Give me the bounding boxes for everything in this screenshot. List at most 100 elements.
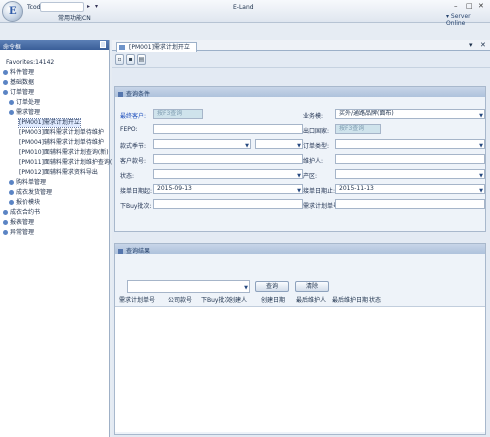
customer-label: 最终客户:: [120, 113, 147, 120]
order-type-label: 订单类型:: [303, 143, 330, 150]
tree-item-pm010-label: [PM010]面辅料需求计划查询(新): [19, 149, 109, 156]
results-filter-select[interactable]: ▼: [127, 280, 250, 293]
date-to-value: 2015-11-13: [339, 185, 374, 192]
col-buy-batch[interactable]: 下Buy批次: [201, 295, 230, 304]
tree-item-exceptions-label: 异常管理: [10, 229, 35, 236]
toolbar: ▫ ▪ ▤: [112, 51, 490, 68]
buy-batch-label: 下Buy批次:: [120, 203, 152, 210]
chevron-down-icon: ▼: [479, 173, 483, 179]
date-from-value: 2015-09-13: [157, 185, 192, 192]
fepo-label: FEPO:: [120, 126, 138, 133]
tab-close-icon[interactable]: ✕: [480, 41, 486, 49]
folder-icon: [9, 180, 14, 185]
tree-item-reports[interactable]: 报表管理: [3, 219, 34, 227]
tree-item-reports-label: 报表管理: [10, 219, 35, 226]
tree-item-orders-label: 订单管理: [10, 89, 35, 96]
col-company-style[interactable]: 公司款号: [168, 295, 192, 304]
col-last-maint-date[interactable]: 最后维护日期: [332, 295, 368, 304]
go-icon[interactable]: ▸: [87, 3, 90, 10]
tab-bar: [PM001]需求计划开立 ▾ ✕: [112, 40, 490, 52]
new-icon[interactable]: ▫: [115, 54, 124, 65]
status-select[interactable]: ▼: [153, 169, 303, 179]
tree-item-pm004[interactable]: [PM004]辅料需求计划单待维护: [19, 139, 104, 147]
factory-label: 产区:: [303, 173, 318, 180]
tree-item-purchase-label: 购料单管理: [16, 179, 47, 186]
tree-item-base-data[interactable]: 基础数据: [3, 79, 34, 87]
query-panel-header: 查询条件: [115, 87, 485, 98]
save-icon[interactable]: ▪: [126, 54, 135, 65]
tcode-input[interactable]: [40, 2, 84, 12]
buy-batch-input[interactable]: [153, 199, 303, 209]
query-panel-title: 查询条件: [126, 91, 151, 98]
cust-style-input[interactable]: [153, 154, 303, 164]
biz-mode-value: 买外/通路品牌(面布): [339, 110, 394, 117]
results-grid[interactable]: [115, 306, 485, 432]
tree-item-exceptions[interactable]: 异常管理: [3, 229, 34, 237]
folder-icon: [9, 200, 14, 205]
ship-country-label: 出口国家:: [303, 128, 330, 135]
tree-item-contract[interactable]: 成衣合约书: [3, 209, 40, 217]
clear-button[interactable]: 清除: [295, 281, 329, 292]
tree-item-base-data-label: 基础数据: [10, 79, 35, 86]
chevron-down-icon: ▼: [297, 143, 301, 149]
ship-country-input[interactable]: 按F3查询: [335, 124, 381, 134]
menu-common-functions[interactable]: 常用功能CN: [58, 13, 91, 22]
tree-item-order-process[interactable]: 订单处理: [9, 99, 40, 107]
season-select-2[interactable]: ▼: [255, 139, 303, 149]
print-icon[interactable]: ▤: [137, 54, 146, 65]
chevron-down-icon: ▼: [479, 188, 483, 194]
biz-mode-select[interactable]: 买外/通路品牌(面布) ▼: [335, 109, 485, 119]
folder-icon: [3, 210, 8, 215]
app-logo[interactable]: E: [2, 1, 23, 22]
col-req-no[interactable]: 需求计划单号: [119, 295, 155, 304]
tree-item-materials[interactable]: 料件管理: [3, 69, 34, 77]
season-select-1[interactable]: ▼: [153, 139, 251, 149]
factory-select[interactable]: ▼: [335, 169, 485, 179]
tree-item-pm011[interactable]: [PM011]面辅料需求计划维护查询(新): [19, 159, 121, 167]
tree-item-contract-label: 成衣合约书: [10, 209, 41, 216]
maintainer-input[interactable]: [335, 154, 485, 164]
date-from-input[interactable]: 2015-09-13 ▼: [153, 184, 303, 194]
tree-item-quote[interactable]: 报价模块: [9, 199, 40, 207]
order-type-select[interactable]: ▼: [335, 139, 485, 149]
biz-mode-label: 业务模:: [303, 113, 324, 120]
chevron-down-icon: ▼: [297, 188, 301, 194]
tree-item-pm003[interactable]: [PM003]面料需求计划单待维护: [19, 129, 104, 137]
maximize-icon[interactable]: □: [466, 2, 473, 10]
dropdown-icon[interactable]: ▾: [95, 3, 98, 10]
col-status[interactable]: 状态: [369, 295, 381, 304]
col-creator[interactable]: 创建人: [229, 295, 247, 304]
status-label: 状态:: [120, 173, 135, 180]
main-area: [PM001]需求计划开立 ▾ ✕ ▫ ▪ ▤ 查询条件 最终客户: 按F3查询…: [112, 40, 490, 437]
minimize-icon[interactable]: –: [454, 2, 458, 10]
tree-favorites[interactable]: Favorites:14142: [6, 59, 54, 67]
date-to-input[interactable]: 2015-11-13 ▼: [335, 184, 485, 194]
tree-item-purchase[interactable]: 购料单管理: [9, 179, 46, 187]
form-icon: [119, 45, 125, 50]
col-last-maintainer[interactable]: 最后维护人: [296, 295, 326, 304]
tree-item-orders[interactable]: 订单管理: [3, 89, 34, 97]
close-icon[interactable]: ✕: [478, 2, 484, 10]
tree-item-pm010[interactable]: [PM010]面辅料需求计划查询(新): [19, 149, 109, 157]
section-icon: [118, 92, 123, 97]
chevron-down-icon: ▼: [479, 143, 483, 149]
tree-item-pm004-label: [PM004]辅料需求计划单待维护: [19, 139, 104, 146]
date-to-label: 接单日期止:: [303, 188, 336, 195]
tree-item-pm012[interactable]: [PM012]面辅料需求资料导出: [19, 169, 98, 177]
customer-input[interactable]: 按F3查询: [153, 109, 203, 119]
tab-pm001-label: [PM001]需求计划开立: [129, 44, 190, 51]
tree-item-demand-label: 需求管理: [16, 109, 41, 116]
fepo-input[interactable]: [153, 124, 303, 134]
tree-item-demand[interactable]: 需求管理: [9, 109, 40, 117]
chevron-down-icon: ▼: [297, 173, 301, 179]
tree-item-shipping[interactable]: 成衣发货管理: [9, 189, 52, 197]
cust-style-label: 客户款号:: [120, 158, 147, 165]
pin-icon[interactable]: [100, 41, 106, 48]
req-no-input[interactable]: [335, 199, 485, 209]
query-button[interactable]: 查询: [255, 281, 289, 292]
col-created-date[interactable]: 创建日期: [261, 295, 285, 304]
app-title: E-Land: [233, 4, 254, 11]
tab-list-icon[interactable]: ▾: [469, 41, 473, 49]
chevron-down-icon: ▼: [244, 285, 248, 291]
tree-item-pm001[interactable]: [PM001]需求计划开立: [18, 118, 81, 128]
